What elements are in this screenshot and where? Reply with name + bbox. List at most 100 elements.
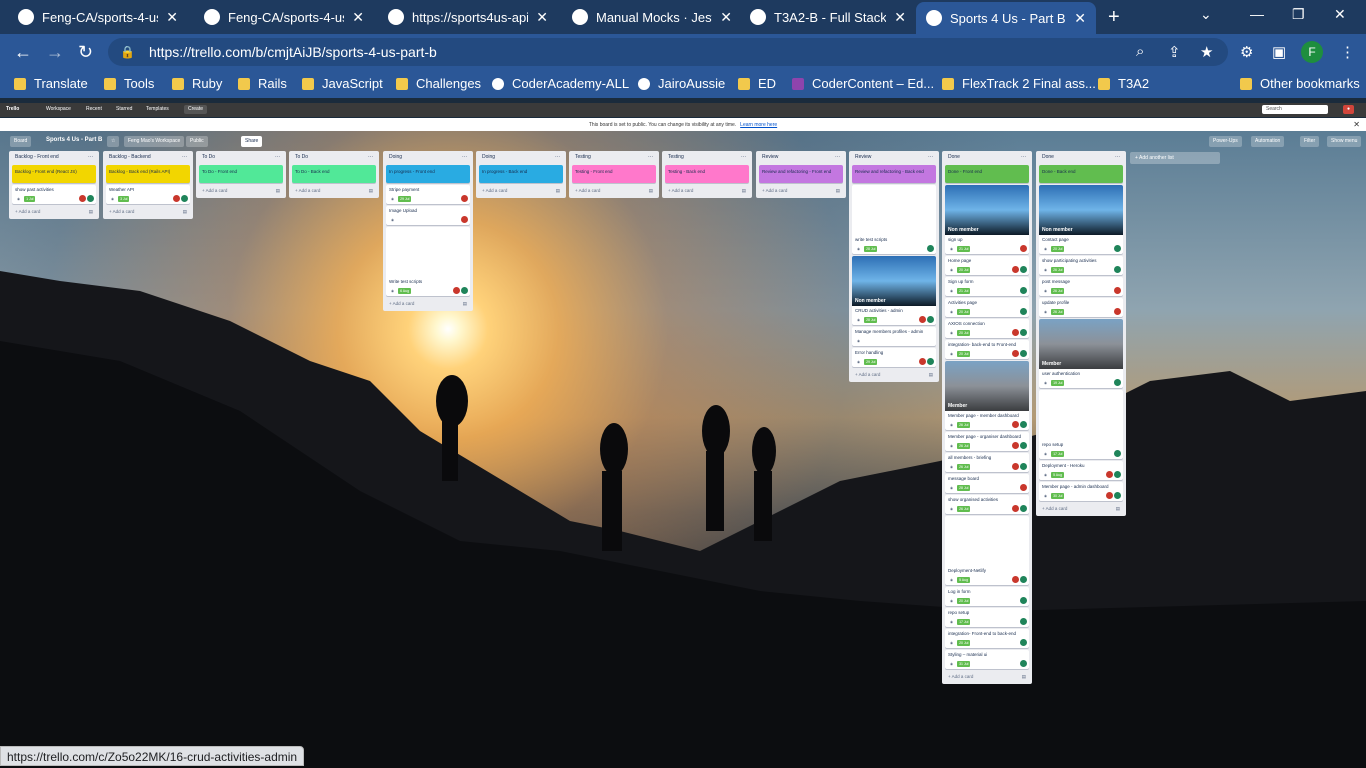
list-header[interactable]: Review ···: [758, 151, 844, 163]
new-tab-icon[interactable]: +: [1108, 6, 1120, 29]
tab-5[interactable]: T3A2-B - Full Stack Ap ✕: [740, 0, 916, 34]
list-title[interactable]: Review: [855, 154, 871, 160]
member-avatar[interactable]: [1020, 245, 1027, 252]
list-menu-icon[interactable]: ···: [928, 154, 933, 160]
star-icon[interactable]: ★: [1200, 43, 1213, 61]
card[interactable]: integration- Front-end to back-end ◉ 20 Ju…: [945, 629, 1029, 648]
member-avatar[interactable]: [181, 195, 188, 202]
card[interactable]: Done - Front end: [945, 165, 1029, 183]
member-avatar[interactable]: [1020, 308, 1027, 315]
close-icon[interactable]: ✕: [1353, 120, 1360, 129]
member-avatar[interactable]: [919, 316, 926, 323]
member-avatar[interactable]: [1020, 618, 1027, 625]
sidepanel-icon[interactable]: ▣: [1272, 43, 1286, 61]
member-avatar[interactable]: [1012, 442, 1019, 449]
zoom-icon[interactable]: ⌕: [1136, 43, 1144, 60]
member-avatar[interactable]: [1020, 639, 1027, 646]
member-avatar[interactable]: [1114, 379, 1121, 386]
member-avatar[interactable]: [1020, 442, 1027, 449]
card[interactable]: Done - Back end: [1039, 165, 1123, 183]
back-icon[interactable]: ←: [14, 42, 32, 63]
automation-button[interactable]: Automation: [1251, 136, 1285, 147]
list-menu-icon[interactable]: ···: [275, 154, 280, 160]
card[interactable]: show participating activities ◉ 26 Jul: [1039, 256, 1123, 275]
list-title[interactable]: To Do: [202, 154, 215, 160]
card[interactable]: Manage members profiles - admin ◉: [852, 327, 936, 346]
card[interactable]: Member page - organiser dashboard ◉ 26 Jul: [945, 432, 1029, 451]
list-menu-icon[interactable]: ···: [741, 154, 746, 160]
add-card-button[interactable]: + Add a card ▤: [758, 185, 844, 196]
card[interactable]: Review and refactoring - Back end: [852, 165, 936, 183]
list-header[interactable]: Backlog - Front end ···: [11, 151, 97, 163]
share-icon[interactable]: ⇪: [1168, 43, 1181, 61]
reload-icon[interactable]: ↻: [78, 42, 93, 63]
member-avatar[interactable]: [1012, 463, 1019, 470]
card[interactable]: To Do - Back end: [292, 165, 376, 183]
chevron-down-icon[interactable]: ⌄: [1200, 6, 1212, 23]
close-tab-icon[interactable]: ✕: [720, 9, 732, 26]
list-title[interactable]: Doing: [482, 154, 495, 160]
board-view-button[interactable]: Board: [10, 136, 32, 147]
list-menu-icon[interactable]: ···: [555, 154, 560, 160]
bookmark-item[interactable]: T3A2: [1098, 76, 1149, 91]
list-header[interactable]: Testing ···: [571, 151, 657, 163]
tab-4[interactable]: Manual Mocks · Jest ✕: [562, 0, 742, 34]
member-avatar[interactable]: [1012, 329, 1019, 336]
template-icon[interactable]: ▤: [836, 188, 840, 193]
list-header[interactable]: Doing ···: [478, 151, 564, 163]
member-avatar[interactable]: [79, 195, 86, 202]
card[interactable]: Log in form ◉ 20 Jul: [945, 587, 1029, 606]
card[interactable]: show organised activities ◉ 26 Jul: [945, 495, 1029, 514]
template-icon[interactable]: ▤: [183, 209, 187, 214]
member-avatar[interactable]: [461, 216, 468, 223]
list-header[interactable]: Done ···: [1038, 151, 1124, 163]
member-avatar[interactable]: [919, 358, 926, 365]
list-menu-icon[interactable]: ···: [182, 154, 187, 160]
member-avatar[interactable]: [1114, 471, 1121, 478]
template-icon[interactable]: ▤: [929, 372, 933, 377]
card[interactable]: Styling – material ui ◉ 31 Jul: [945, 650, 1029, 669]
member-avatar[interactable]: [1012, 505, 1019, 512]
member-avatar[interactable]: [173, 195, 180, 202]
list-title[interactable]: Backlog - Front end: [15, 154, 59, 160]
card[interactable]: Developer write test scripts ◉ 28 Jul: [852, 185, 936, 254]
close-window-icon[interactable]: ✕: [1334, 6, 1346, 23]
card[interactable]: Non member CRUD activities - admin ◉ 28 Jul: [852, 256, 936, 325]
member-avatar[interactable]: [927, 245, 934, 252]
list-title[interactable]: Done: [948, 154, 960, 160]
nav-starred[interactable]: Starred: [116, 106, 132, 112]
show-menu-button[interactable]: Show menu: [1327, 136, 1362, 147]
tab-2[interactable]: Feng-CA/sports-4-us_ ✕: [194, 0, 374, 34]
forward-icon[interactable]: →: [46, 42, 64, 63]
list-header[interactable]: Testing ···: [664, 151, 750, 163]
member-avatar[interactable]: [1106, 471, 1113, 478]
visibility-button[interactable]: Public: [186, 136, 208, 147]
template-icon[interactable]: ▤: [742, 188, 746, 193]
template-icon[interactable]: ▤: [649, 188, 653, 193]
add-card-button[interactable]: + Add a card ▤: [478, 185, 564, 196]
card[interactable]: Backlog - Back end (Rails API): [106, 165, 190, 183]
template-icon[interactable]: ▤: [556, 188, 560, 193]
template-icon[interactable]: ▤: [1116, 506, 1120, 511]
member-avatar[interactable]: [1020, 266, 1027, 273]
member-avatar[interactable]: [1020, 421, 1027, 428]
member-avatar[interactable]: [1020, 287, 1027, 294]
list-title[interactable]: Doing: [389, 154, 402, 160]
list-title[interactable]: Testing: [668, 154, 684, 160]
card[interactable]: Member page - admin dashboard ◉ 30 Jul: [1039, 482, 1123, 501]
list-header[interactable]: Done ···: [944, 151, 1030, 163]
tab-3[interactable]: https://sports4us-api.l ✕: [378, 0, 558, 34]
member-avatar[interactable]: [87, 195, 94, 202]
card[interactable]: Image Upload ◉: [386, 206, 470, 225]
workspace-button[interactable]: Feng Mao's Workspace: [124, 136, 185, 147]
add-card-button[interactable]: + Add a card ▤: [105, 206, 191, 217]
maximize-icon[interactable]: ❐: [1292, 6, 1305, 23]
member-avatar[interactable]: [1020, 505, 1027, 512]
card[interactable]: Developer Deployment-Netlify ◉ 5 Aug: [945, 516, 1029, 585]
member-avatar[interactable]: [461, 287, 468, 294]
add-card-button[interactable]: + Add a card ▤: [11, 206, 97, 217]
card[interactable]: Stripe payment ◉ 29 Jul: [386, 185, 470, 204]
share-button[interactable]: Share: [241, 136, 263, 147]
add-card-button[interactable]: + Add a card ▤: [385, 298, 471, 309]
list-title[interactable]: Backlog - Backend: [109, 154, 151, 160]
